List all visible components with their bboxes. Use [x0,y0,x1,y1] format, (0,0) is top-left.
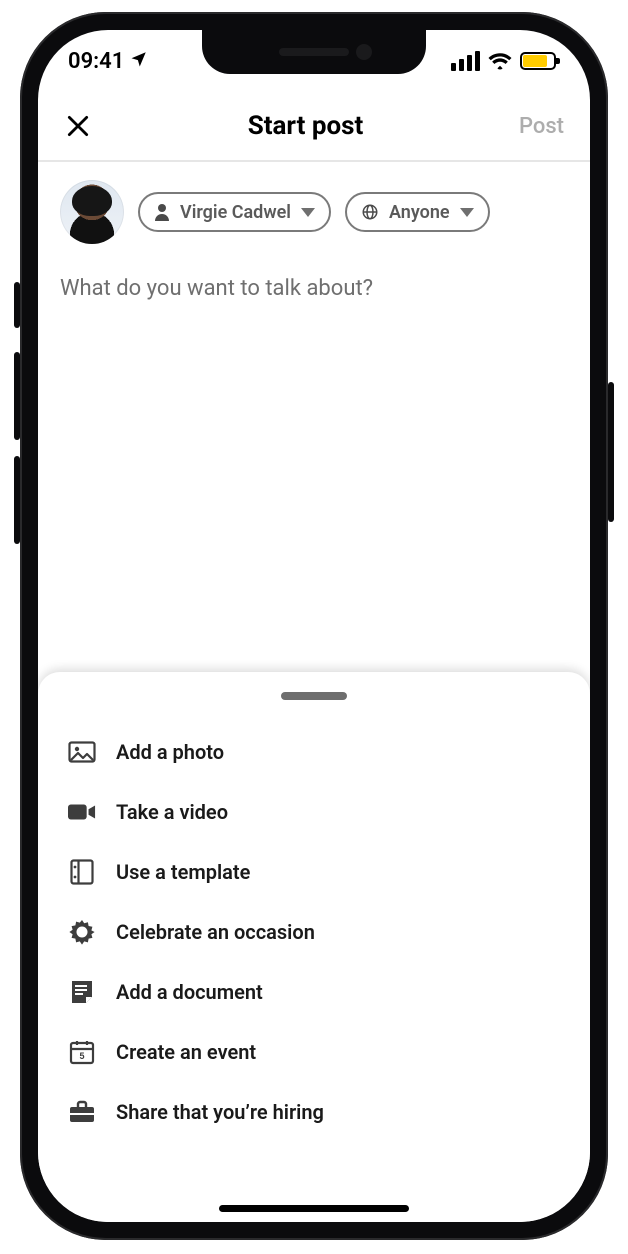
sheet-item-label: Add a photo [116,740,224,764]
side-button [14,456,20,544]
avatar[interactable] [60,180,124,244]
chevron-down-icon [460,208,474,217]
wifi-icon [488,52,512,70]
chevron-down-icon [301,208,315,217]
status-time: 09:41 [68,49,124,74]
sheet-item-label: Celebrate an occasion [116,920,315,944]
video-icon [68,798,96,826]
sheet-item-label: Share that you’re hiring [116,1100,324,1124]
sheet-item-create-event[interactable]: 5 Create an event [38,1022,590,1082]
front-camera [356,44,372,60]
composer[interactable]: What do you want to talk about? [38,254,590,301]
sheet-item-celebrate[interactable]: Celebrate an occasion [38,902,590,962]
sheet-item-label: Take a video [116,800,228,824]
sheet-item-label: Use a template [116,860,250,884]
speaker [279,48,349,56]
audience-select-label: Anyone [389,202,450,223]
author-select-label: Virgie Cadwel [180,202,291,223]
cellular-signal-icon [451,51,480,71]
audience-select-pill[interactable]: Anyone [345,192,490,232]
sheet-item-take-video[interactable]: Take a video [38,782,590,842]
close-button[interactable] [64,112,92,140]
calendar-icon: 5 [68,1038,96,1066]
side-button [608,382,614,522]
composer-placeholder: What do you want to talk about? [60,276,568,301]
globe-icon [361,203,379,221]
celebrate-icon [68,918,96,946]
battery-icon [520,52,556,70]
location-arrow-icon [130,49,148,74]
sheet-item-label: Create an event [116,1040,256,1064]
post-button[interactable]: Post [519,114,564,139]
sheet-item-hiring[interactable]: Share that you’re hiring [38,1082,590,1142]
sheet-item-add-document[interactable]: Add a document [38,962,590,1022]
side-button [14,352,20,440]
template-icon [68,858,96,886]
attachment-sheet: Add a photo Take a video [38,672,590,1222]
status-right [451,51,556,71]
page-title: Start post [248,111,364,141]
notch [202,30,426,74]
home-indicator[interactable] [219,1205,409,1212]
sheet-item-use-template[interactable]: Use a template [38,842,590,902]
sheet-item-add-photo[interactable]: Add a photo [38,722,590,782]
header: Start post Post [38,92,590,162]
status-left: 09:41 [68,49,148,74]
svg-text:5: 5 [79,1051,84,1061]
screen: 09:41 [38,30,590,1222]
sheet-item-label: Add a document [116,980,263,1004]
photo-icon [68,738,96,766]
side-button [14,282,20,328]
person-icon [154,203,170,221]
phone-frame: 09:41 [20,12,608,1240]
sheet-drag-handle[interactable] [281,692,347,700]
briefcase-icon [68,1098,96,1126]
author-row: Virgie Cadwel Anyone [38,162,590,254]
author-select-pill[interactable]: Virgie Cadwel [138,192,331,232]
document-icon [68,978,96,1006]
